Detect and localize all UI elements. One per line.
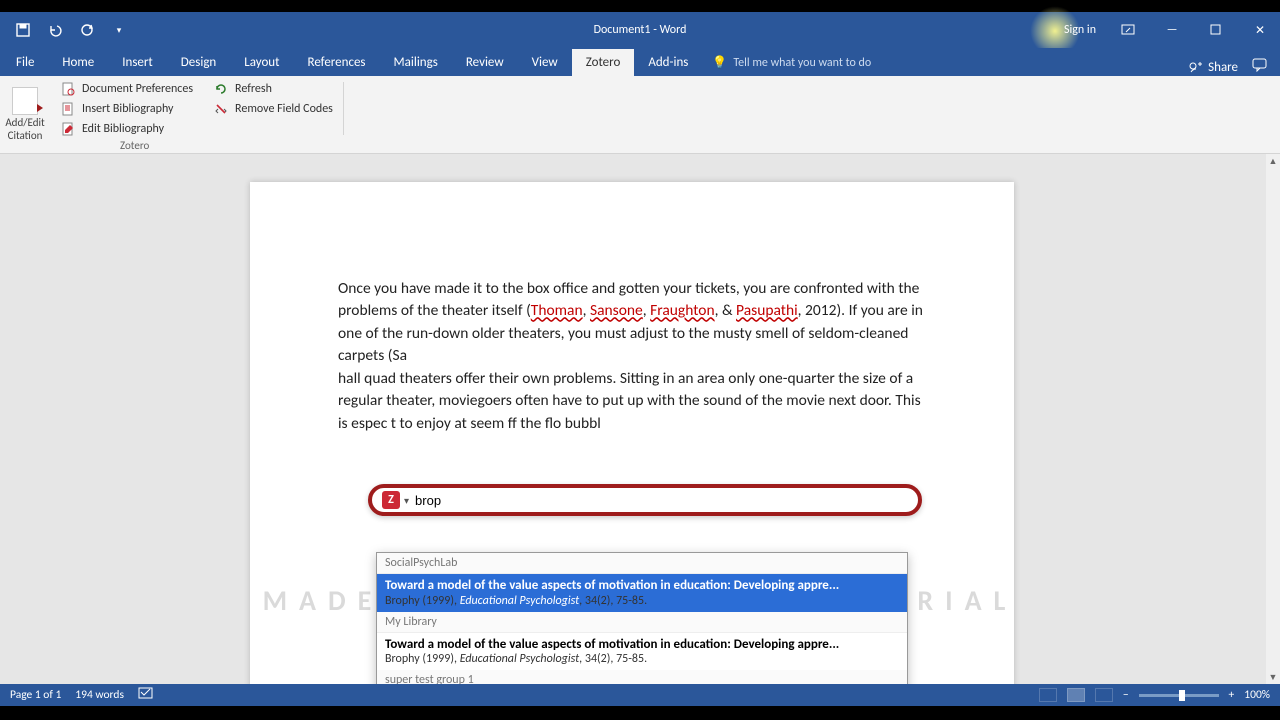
zoom-level[interactable]: 100% xyxy=(1244,688,1270,702)
insert-bib-icon xyxy=(60,101,76,117)
tell-me-search[interactable]: 💡 Tell me what you want to do xyxy=(702,49,881,76)
add-edit-citation-label: Add/Edit Citation xyxy=(5,117,44,141)
flagged-word: Pasupathi xyxy=(736,301,798,320)
ribbon-group-label: Zotero xyxy=(120,139,149,152)
zotero-citation-search[interactable]: Z ▾ xyxy=(368,484,922,516)
save-icon[interactable] xyxy=(14,20,32,40)
insert-bib-label: Insert Bibliography xyxy=(82,102,173,116)
ribbon: Add/Edit Citation Document Preferences I… xyxy=(0,76,1280,154)
tab-file[interactable]: File xyxy=(2,49,48,76)
document-area: Once you have made it to the box office … xyxy=(0,154,1280,684)
tab-zotero[interactable]: Zotero xyxy=(572,49,635,76)
zotero-group-header: SocialPsychLab xyxy=(377,553,907,573)
undo-icon[interactable] xyxy=(46,20,64,40)
share-label: Share xyxy=(1208,60,1238,75)
minimize-icon[interactable]: — xyxy=(1160,20,1184,40)
tab-view[interactable]: View xyxy=(518,49,572,76)
ribbon-tabs: File Home Insert Design Layout Reference… xyxy=(0,48,1280,76)
close-icon[interactable]: ✕ xyxy=(1248,20,1272,40)
insert-bibliography-button[interactable]: Insert Bibliography xyxy=(58,100,195,118)
zoom-in-button[interactable]: + xyxy=(1229,688,1235,702)
flagged-word: Thoman xyxy=(531,301,583,320)
tab-review[interactable]: Review xyxy=(452,49,518,76)
lightbulb-icon: 💡 xyxy=(712,55,727,70)
paragraph-2: hall quad theaters offer their own probl… xyxy=(338,368,926,435)
tab-design[interactable]: Design xyxy=(167,49,230,76)
citation-icon xyxy=(12,87,38,115)
ribbon-separator xyxy=(343,82,344,135)
comments-icon[interactable] xyxy=(1252,58,1268,76)
remove-codes-icon xyxy=(213,101,229,117)
edit-bib-label: Edit Bibliography xyxy=(82,122,164,136)
doc-prefs-label: Document Preferences xyxy=(82,82,193,96)
zoom-out-button[interactable]: − xyxy=(1123,688,1129,702)
web-layout-icon[interactable] xyxy=(1095,688,1113,702)
dropdown-icon[interactable]: ▾ xyxy=(404,494,409,507)
scroll-up-icon[interactable]: ▲ xyxy=(1266,154,1280,168)
result-subtitle: Brophy (1999), Educational Psychologist,… xyxy=(385,594,899,608)
document-preferences-button[interactable]: Document Preferences xyxy=(58,80,195,98)
tab-references[interactable]: References xyxy=(294,49,380,76)
zotero-results-dropdown: SocialPsychLab Toward a model of the val… xyxy=(376,552,908,684)
sign-in-link[interactable]: Sign in xyxy=(1064,23,1096,37)
word-count[interactable]: 194 words xyxy=(75,688,124,702)
read-mode-icon[interactable] xyxy=(1039,688,1057,702)
edit-bib-icon xyxy=(60,121,76,137)
tab-home[interactable]: Home xyxy=(48,49,108,76)
zotero-group-header: super test group 1 xyxy=(377,670,907,684)
text: , xyxy=(583,301,590,320)
page-indicator[interactable]: Page 1 of 1 xyxy=(10,688,61,702)
refresh-icon xyxy=(213,81,229,97)
paragraph-1: Once you have made it to the box office … xyxy=(338,278,926,368)
doc-prefs-icon xyxy=(60,81,76,97)
print-layout-icon[interactable] xyxy=(1067,688,1085,702)
edit-bibliography-button[interactable]: Edit Bibliography xyxy=(58,120,195,138)
zoom-slider[interactable] xyxy=(1139,694,1219,697)
result-subtitle: Brophy (1999), Educational Psychologist,… xyxy=(385,652,899,666)
flagged-word: Sansone xyxy=(590,301,643,320)
spellcheck-icon[interactable] xyxy=(138,686,154,704)
share-button[interactable]: Share xyxy=(1189,60,1238,75)
redo-icon[interactable] xyxy=(78,20,96,40)
add-edit-citation-button[interactable]: Add/Edit Citation xyxy=(0,76,50,153)
zotero-search-input[interactable] xyxy=(415,493,908,508)
remove-codes-label: Remove Field Codes xyxy=(235,102,333,116)
result-title: Toward a model of the value aspects of m… xyxy=(385,637,899,653)
text: , & xyxy=(715,301,736,320)
tell-me-label: Tell me what you want to do xyxy=(733,56,871,70)
tab-layout[interactable]: Layout xyxy=(230,49,293,76)
status-bar: Page 1 of 1 194 words − + 100% xyxy=(0,684,1280,706)
title-bar: ▾ Document1 - Word Sign in — ✕ xyxy=(0,12,1280,48)
maximize-icon[interactable] xyxy=(1204,20,1228,40)
refresh-button[interactable]: Refresh xyxy=(211,80,335,98)
zotero-icon: Z xyxy=(382,491,400,509)
remove-field-codes-button[interactable]: Remove Field Codes xyxy=(211,100,335,118)
flagged-word: Fraughton xyxy=(650,301,714,320)
refresh-label: Refresh xyxy=(235,82,272,96)
ribbon-options-icon[interactable] xyxy=(1116,20,1140,40)
result-title: Toward a model of the value aspects of m… xyxy=(385,578,899,594)
tab-insert[interactable]: Insert xyxy=(108,49,167,76)
zotero-result-item[interactable]: Toward a model of the value aspects of m… xyxy=(377,573,907,612)
window-title: Document1 - Word xyxy=(594,23,687,37)
vertical-scrollbar[interactable]: ▲ ▼ xyxy=(1266,154,1280,684)
tab-addins[interactable]: Add-ins xyxy=(634,49,702,76)
tab-mailings[interactable]: Mailings xyxy=(380,49,452,76)
zotero-result-item[interactable]: Toward a model of the value aspects of m… xyxy=(377,632,907,671)
zotero-group-header: My Library xyxy=(377,612,907,632)
scroll-down-icon[interactable]: ▼ xyxy=(1266,670,1280,684)
qat-dropdown-icon[interactable]: ▾ xyxy=(110,20,128,40)
